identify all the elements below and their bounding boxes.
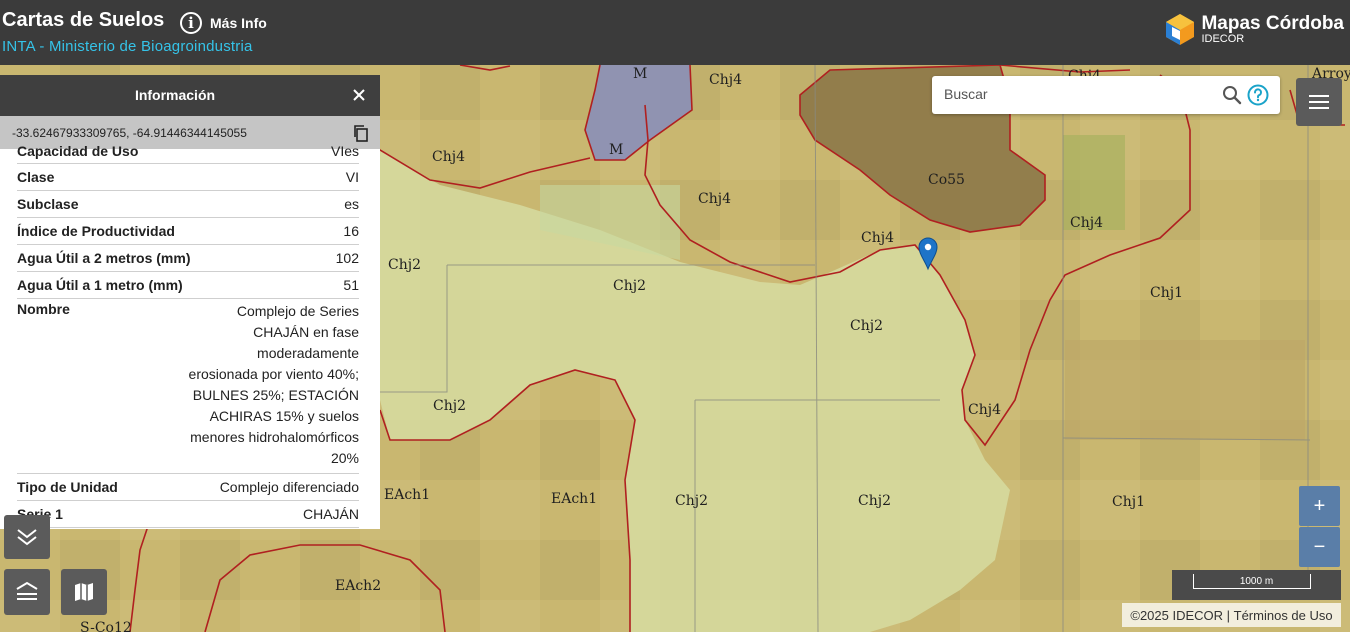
scale-label: 1000 m [1239, 576, 1274, 587]
search-box [932, 76, 1280, 114]
top-bar: Cartas de Suelos INTA - Ministerio de Bi… [0, 0, 1350, 65]
layers-button[interactable] [4, 569, 50, 615]
map-label: Co55 [928, 172, 965, 188]
attribute-value: Complejo de Series CHAJÁN en fase modera… [188, 303, 359, 466]
map-label: M [609, 142, 623, 158]
table-row: Serie 1 CHAJÁN [17, 501, 359, 528]
attribute-value: es [344, 196, 359, 212]
hamburger-icon [1309, 95, 1329, 97]
attribute-value: 102 [335, 250, 359, 266]
map-label: M [633, 66, 647, 82]
table-row: Nombre Complejo de Series CHAJÁN en fase… [17, 299, 359, 474]
table-row: Capacidad de Uso VIes [17, 143, 359, 164]
table-row: Agua Útil a 1 metro (mm) 51 [17, 272, 359, 299]
attribute-key: Agua Útil a 2 metros (mm) [17, 250, 191, 266]
attribute-key: Subclase [17, 196, 79, 212]
info-icon: i [180, 12, 202, 34]
map-label: Chj2 [388, 257, 421, 273]
attribute-value: 16 [343, 223, 359, 239]
basemap-button[interactable] [61, 569, 107, 615]
attribute-table: Capacidad de Uso VIes Clase VI Subclase … [17, 143, 359, 528]
attribute-key: Agua Útil a 1 metro (mm) [17, 277, 183, 293]
app-subtitle: INTA - Ministerio de Bioagroindustria [2, 38, 253, 55]
brand-logo[interactable]: Mapas Córdoba IDECOR [1163, 12, 1344, 46]
map-icon [75, 583, 93, 601]
map-label: Chj1 [1150, 285, 1183, 301]
search-input[interactable] [942, 85, 1206, 103]
collapse-button[interactable] [4, 515, 50, 559]
zoom-in-button[interactable]: + [1299, 486, 1340, 526]
map-label: Chj1 [1112, 494, 1145, 510]
brand-name: Mapas Córdoba [1201, 12, 1344, 34]
map-label: Chj2 [675, 493, 708, 509]
attribution-separator: | [1223, 607, 1234, 623]
attribute-value: CHAJÁN [302, 506, 359, 522]
table-row: Agua Útil a 2 metros (mm) 102 [17, 245, 359, 272]
map-label: Chj2 [433, 398, 466, 414]
map-label: Chj4 [1070, 215, 1103, 231]
hamburger-icon-bar [1309, 101, 1329, 103]
attribute-value: VIes [330, 143, 359, 159]
map-label: Chj4 [698, 191, 731, 207]
map-label: EAch1 [551, 491, 597, 507]
map-label: EAch2 [335, 578, 381, 594]
attribute-key: Índice de Productividad [17, 223, 175, 239]
terms-link[interactable]: Términos de Uso [1234, 608, 1333, 623]
hamburger-icon-bar [1309, 107, 1329, 109]
attribute-key: Clase [17, 169, 55, 185]
attribute-value: 51 [343, 277, 359, 293]
table-row: Subclase es [17, 191, 359, 218]
table-row: Clase VI [17, 164, 359, 191]
zoom-out-button[interactable]: − [1299, 527, 1340, 567]
coordinates-text: -33.62467933309765, -64.91446344145055 [12, 126, 247, 140]
attribute-key: Capacidad de Uso [17, 143, 139, 159]
brand-subtitle: IDECOR [1201, 32, 1245, 45]
map-label: S-Co12 [80, 620, 132, 632]
map-label: Chj2 [613, 278, 646, 294]
close-icon[interactable] [348, 84, 370, 106]
copyright-text: ©2025 IDECOR [1130, 607, 1224, 623]
layers-icon [16, 581, 38, 600]
map-label: Chj4 [432, 149, 465, 165]
scale-bar: 1000 m [1172, 570, 1341, 600]
table-row: Índice de Productividad 16 [17, 218, 359, 245]
attribution: ©2025 IDECOR | Términos de Uso [1122, 603, 1341, 627]
info-panel-title: Información [134, 87, 216, 103]
attribute-key: Nombre [17, 301, 70, 317]
field-parcel [1065, 340, 1305, 440]
mapas-cordoba-logo-icon [1166, 14, 1195, 45]
help-icon[interactable] [1247, 84, 1269, 106]
info-panel: Información -33.62467933309765, -64.9144… [0, 75, 380, 529]
map-label: Chj4 [968, 402, 1001, 418]
more-info-label: Más Info [210, 15, 267, 31]
app-title: Cartas de Suelos [2, 9, 165, 31]
menu-button[interactable] [1296, 78, 1342, 126]
attribute-value: VI [345, 169, 359, 185]
map-label: Chj4 [861, 230, 894, 246]
info-panel-header: Información [0, 75, 380, 116]
attribute-key: Tipo de Unidad [17, 479, 118, 495]
more-info-button[interactable]: i Más Info [180, 10, 267, 36]
table-row: Tipo de Unidad Complejo diferenciado [17, 474, 359, 501]
chevron-double-down-icon [17, 529, 37, 546]
map-label: Chj2 [850, 318, 883, 334]
search-icon[interactable] [1222, 85, 1242, 105]
map-label: Chj2 [858, 493, 891, 509]
map-label: EAch1 [384, 487, 430, 503]
attribute-value: Complejo diferenciado [219, 479, 359, 495]
copy-icon[interactable] [352, 124, 370, 142]
map-label: Chj4 [709, 72, 742, 88]
